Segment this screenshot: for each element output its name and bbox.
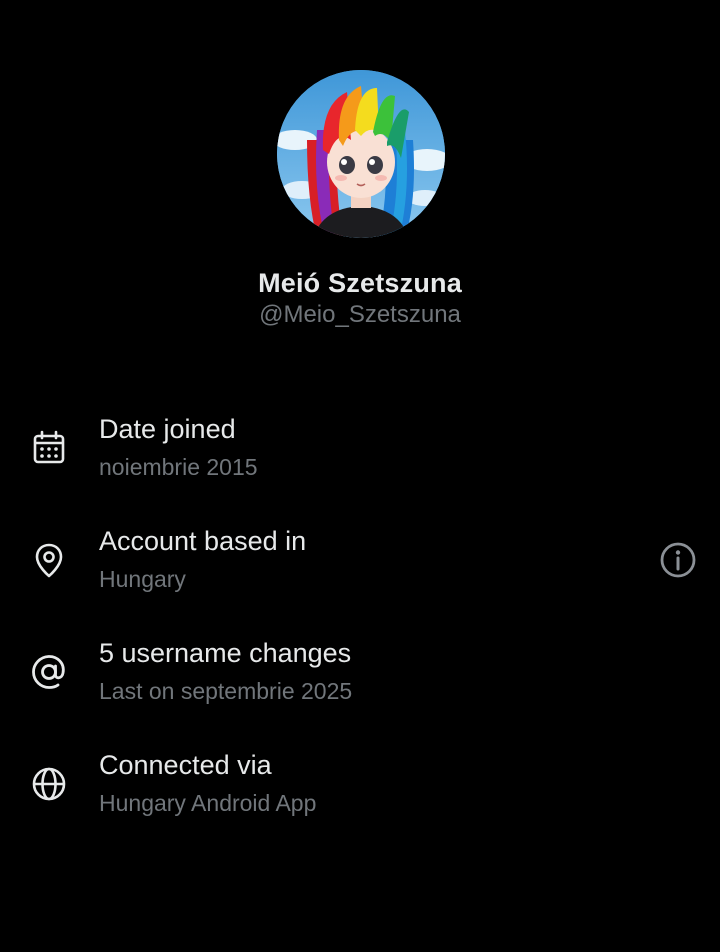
date-joined-value: noiembrie 2015 bbox=[99, 454, 258, 480]
at-sign-icon bbox=[29, 652, 69, 692]
avatar[interactable] bbox=[277, 70, 445, 238]
display-name: Meió Szetszuna bbox=[258, 268, 462, 298]
account-based-in-value: Hungary bbox=[99, 566, 186, 592]
account-about-list: Date joined noiembrie 2015 Account based… bbox=[0, 398, 720, 846]
connected-via-value: Hungary Android App bbox=[99, 790, 317, 816]
calendar-icon bbox=[29, 428, 69, 468]
username-handle: @Meio_Szetszuna bbox=[259, 301, 461, 328]
info-icon[interactable] bbox=[658, 540, 698, 580]
avatar-image bbox=[277, 70, 445, 238]
account-based-in-label: Account based in bbox=[99, 526, 307, 556]
connected-via-row: Connected via Hungary Android App bbox=[0, 734, 720, 846]
date-joined-row: Date joined noiembrie 2015 bbox=[0, 398, 720, 510]
globe-icon bbox=[29, 764, 69, 804]
username-changes-row: 5 username changes Last on septembrie 20… bbox=[0, 622, 720, 734]
account-info-page: Meió Szetszuna @Meio_Szetszuna Date join bbox=[0, 0, 720, 952]
connected-via-label: Connected via bbox=[99, 750, 272, 780]
date-joined-label: Date joined bbox=[99, 414, 236, 444]
username-changes-label: 5 username changes bbox=[99, 638, 352, 668]
username-changes-value: Last on septembrie 2025 bbox=[99, 678, 353, 704]
location-pin-icon bbox=[29, 540, 69, 580]
account-based-in-row: Account based in Hungary bbox=[0, 510, 720, 622]
